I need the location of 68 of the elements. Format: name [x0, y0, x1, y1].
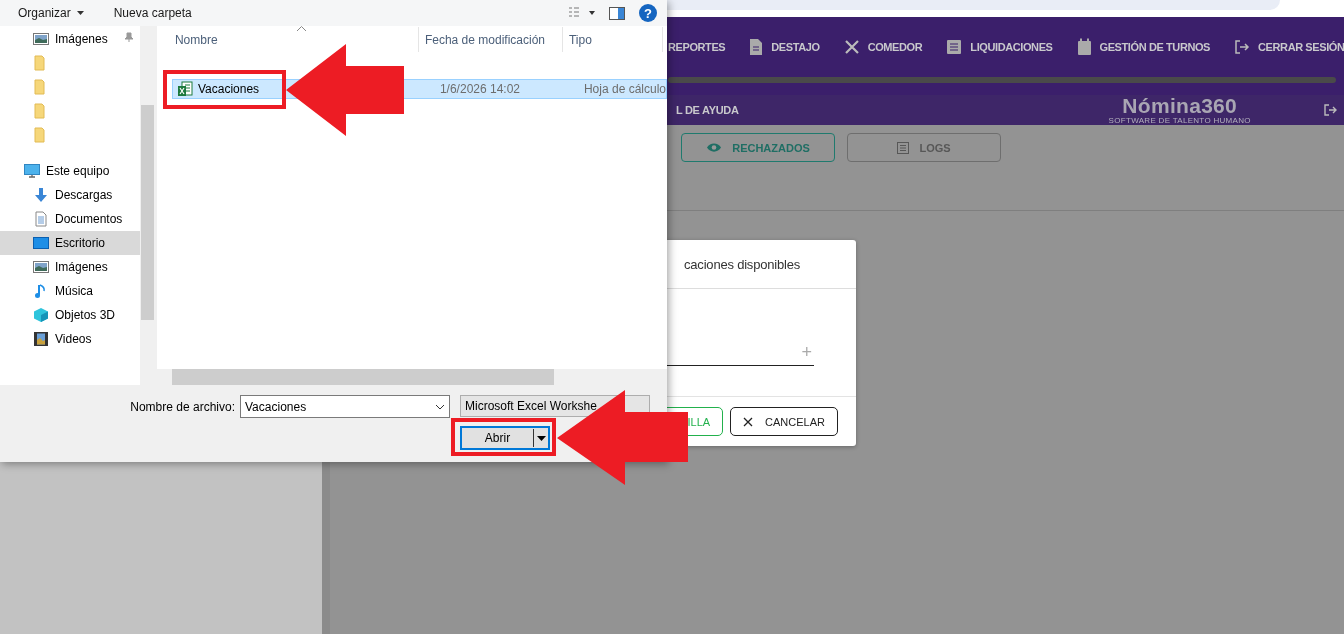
caret-icon: [76, 11, 84, 15]
file-name-label: Nombre de archivo:: [130, 400, 235, 414]
nav-item[interactable]: Escritorio: [0, 231, 140, 255]
nav-link[interactable]: GESTIÓN DE TURNOS: [1076, 38, 1211, 56]
desktop-icon: [33, 235, 49, 251]
nav-item[interactable]: Documentos: [0, 207, 140, 231]
nav-item[interactable]: Videos: [0, 327, 140, 351]
logout-icon[interactable]: [1322, 103, 1337, 117]
file-name-field[interactable]: Vacaciones: [240, 395, 450, 418]
list-icon: [946, 39, 963, 55]
nav-label: Imágenes: [55, 32, 108, 46]
logo-tagline: SOFTWARE DE TALENTO HUMANO: [1108, 116, 1251, 125]
nav-item[interactable]: Este equipo: [0, 159, 140, 183]
nav-label: Imágenes: [55, 260, 108, 274]
nav-item[interactable]: Música: [0, 279, 140, 303]
toolbar-button[interactable]: Nueva carpeta: [113, 6, 192, 20]
horizontal-scrollbar[interactable]: [156, 369, 667, 385]
nav-item[interactable]: Imágenes: [0, 255, 140, 279]
nav-label: Escritorio: [55, 236, 105, 250]
eye-icon: [706, 142, 723, 153]
arrow-icon: [286, 44, 404, 136]
list-icon: [897, 141, 910, 154]
help-link[interactable]: L DE AYUDA: [676, 104, 739, 116]
preview-pane-icon[interactable]: [609, 6, 625, 20]
sort-caret-icon: [296, 26, 306, 31]
spreadsheet-icon: [176, 81, 193, 97]
nav-link[interactable]: CERRAR SESIÓN: [1234, 39, 1344, 55]
nav-link[interactable]: COMEDOR: [843, 39, 923, 55]
nav-item[interactable]: Imágenes: [0, 27, 140, 51]
nav-label: Objetos 3D: [55, 308, 116, 322]
column-header[interactable]: Tipo: [562, 27, 663, 52]
file-type: Hoja de cálculo: [582, 82, 666, 96]
nav-label: Descargas: [55, 188, 113, 202]
pin-icon: [124, 32, 134, 42]
toolbar-button[interactable]: Organizar: [18, 6, 84, 20]
open-button[interactable]: Abrir: [460, 426, 550, 450]
cancel-button[interactable]: CANCELAR: [730, 407, 838, 436]
utensils-icon: [843, 39, 860, 55]
cube-icon: [33, 307, 49, 323]
pictures-icon: [33, 31, 49, 47]
nav-label: Este equipo: [46, 164, 110, 178]
nav-link[interactable]: DESTAJO: [749, 38, 820, 56]
close-icon: [743, 416, 754, 427]
document-icon: [33, 211, 49, 227]
nav-item[interactable]: Objetos 3D: [0, 303, 140, 327]
column-header[interactable]: Fecha de modificación: [418, 27, 563, 52]
view-options-icon[interactable]: [569, 7, 595, 19]
download-icon: [33, 187, 49, 203]
scrollbar[interactable]: [668, 77, 1336, 83]
nav-label: Música: [55, 284, 93, 298]
help-button[interactable]: ?: [639, 4, 657, 22]
address-bar[interactable]: [667, 0, 1280, 10]
nav-label: Videos: [55, 332, 92, 346]
nav-item[interactable]: Descargas: [0, 183, 140, 207]
pictures-icon: [33, 259, 49, 275]
computer-icon: [24, 163, 40, 179]
film-icon: [33, 331, 49, 347]
calendar-icon: [1076, 38, 1092, 56]
file-date: 1/6/2026 14:02: [438, 82, 521, 96]
caret-icon: [536, 435, 546, 441]
document-icon: [749, 38, 764, 56]
nav-link[interactable]: REPORTES: [668, 41, 726, 53]
chevron-down-icon: [435, 403, 445, 410]
nav-label: Documentos: [55, 212, 123, 226]
logo-text: Nómina360: [1122, 95, 1238, 116]
scrollbar[interactable]: [139, 26, 155, 385]
logout-icon: [1234, 39, 1251, 55]
nav-link[interactable]: LIQUIDACIONES: [946, 39, 1053, 55]
